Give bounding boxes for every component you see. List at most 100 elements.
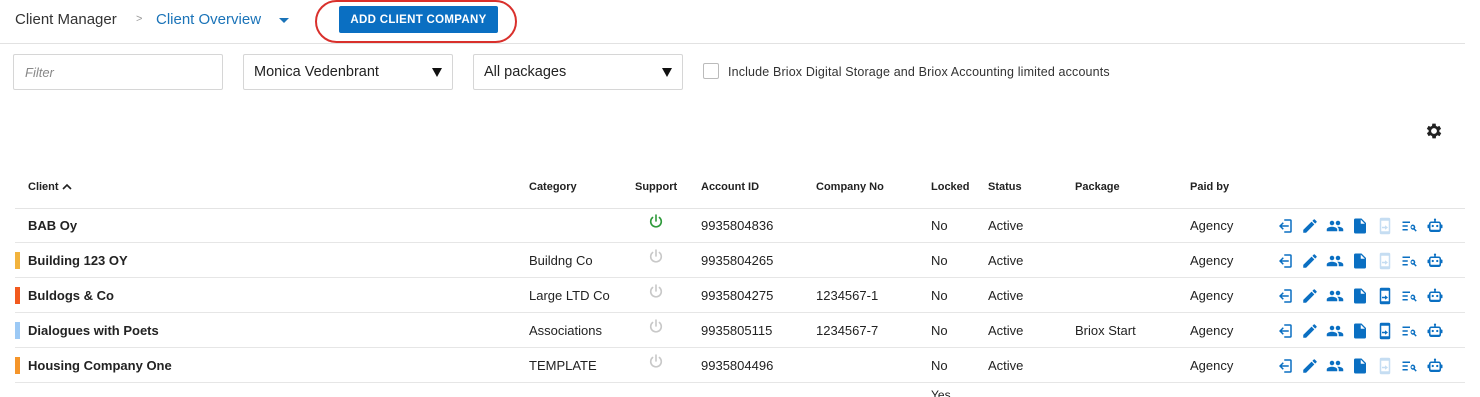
power-icon[interactable] <box>648 318 664 334</box>
breadcrumb-root[interactable]: Client Manager <box>15 11 117 28</box>
search-list-icon[interactable] <box>1400 217 1420 235</box>
client-name[interactable]: Buldogs & Co <box>28 288 114 303</box>
client-name[interactable]: BAB Oy <box>28 218 77 233</box>
search-list-icon[interactable] <box>1400 252 1420 270</box>
paid-by-cell: Agency <box>1190 358 1234 373</box>
column-header-locked[interactable]: Locked <box>931 181 970 193</box>
column-header-support[interactable]: Support <box>635 181 677 193</box>
partial-row-locked: Yes <box>931 388 951 397</box>
power-icon[interactable] <box>648 213 664 229</box>
locked-cell: No <box>931 253 948 268</box>
robot-icon[interactable] <box>1425 287 1445 305</box>
category-color-marker <box>15 322 20 339</box>
users-icon[interactable] <box>1325 252 1345 270</box>
row-actions <box>1275 287 1445 305</box>
paid-by-cell: Agency <box>1190 253 1234 268</box>
table-row[interactable]: BAB Oy 9935804836 No Active Agency <box>15 208 1465 243</box>
gear-icon[interactable] <box>1424 121 1444 141</box>
locked-cell: No <box>931 323 948 338</box>
breadcrumb-current[interactable]: Client Overview <box>156 11 261 28</box>
document-icon[interactable] <box>1350 217 1370 235</box>
column-header-package[interactable]: Package <box>1075 181 1120 193</box>
category-cell: Buildng Co <box>529 253 593 268</box>
include-limited-label[interactable]: Include Briox Digital Storage and Briox … <box>728 65 1110 79</box>
account-id-cell: 9935804275 <box>701 288 774 303</box>
power-icon[interactable] <box>648 353 664 369</box>
add-client-company-button[interactable]: ADD CLIENT COMPANY <box>339 6 498 33</box>
status-cell: Active <box>988 288 1024 303</box>
table-row[interactable]: Buldogs & Co Large LTD Co 9935804275 123456… <box>15 278 1465 313</box>
search-list-icon[interactable] <box>1400 357 1420 375</box>
users-icon[interactable] <box>1325 217 1345 235</box>
table-row[interactable]: Dialogues with Poets Associations 99358051… <box>15 313 1465 348</box>
login-icon[interactable] <box>1275 322 1295 340</box>
login-icon[interactable] <box>1275 287 1295 305</box>
paid-by-cell: Agency <box>1190 323 1234 338</box>
package-select[interactable]: All packages <box>473 54 683 90</box>
client-name[interactable]: Building 123 OY <box>28 253 128 268</box>
device-transfer-icon[interactable] <box>1375 287 1395 305</box>
login-icon[interactable] <box>1275 217 1295 235</box>
column-header-client-label: Client <box>28 181 59 193</box>
row-actions <box>1275 217 1445 235</box>
power-icon[interactable] <box>648 283 664 299</box>
edit-pencil-icon[interactable] <box>1300 287 1320 305</box>
package-select-value: All packages <box>484 64 567 80</box>
search-list-icon[interactable] <box>1400 322 1420 340</box>
account-id-cell: 9935804496 <box>701 358 774 373</box>
category-cell: Associations <box>529 323 602 338</box>
document-icon[interactable] <box>1350 322 1370 340</box>
category-cell: TEMPLATE <box>529 358 597 373</box>
document-icon[interactable] <box>1350 287 1370 305</box>
column-header-account-id[interactable]: Account ID <box>701 181 759 193</box>
device-transfer-icon[interactable] <box>1375 217 1395 235</box>
client-name[interactable]: Dialogues with Poets <box>28 323 159 338</box>
robot-icon[interactable] <box>1425 252 1445 270</box>
login-icon[interactable] <box>1275 357 1295 375</box>
robot-icon[interactable] <box>1425 322 1445 340</box>
account-id-cell: 9935804836 <box>701 218 774 233</box>
device-transfer-icon[interactable] <box>1375 252 1395 270</box>
power-icon[interactable] <box>648 248 664 264</box>
client-name[interactable]: Housing Company One <box>28 358 172 373</box>
document-icon[interactable] <box>1350 252 1370 270</box>
table-row[interactable]: Housing Company One TEMPLATE 9935804496 No A… <box>15 348 1465 383</box>
edit-pencil-icon[interactable] <box>1300 357 1320 375</box>
users-icon[interactable] <box>1325 357 1345 375</box>
column-header-company-no[interactable]: Company No <box>816 181 884 193</box>
include-limited-checkbox[interactable] <box>703 63 719 79</box>
robot-icon[interactable] <box>1425 357 1445 375</box>
locked-cell: No <box>931 358 948 373</box>
row-actions <box>1275 252 1445 270</box>
device-transfer-icon[interactable] <box>1375 322 1395 340</box>
row-actions <box>1275 357 1445 375</box>
document-icon[interactable] <box>1350 357 1370 375</box>
login-icon[interactable] <box>1275 252 1295 270</box>
device-transfer-icon[interactable] <box>1375 357 1395 375</box>
status-cell: Active <box>988 323 1024 338</box>
chevron-down-icon[interactable] <box>279 18 289 23</box>
user-select[interactable]: Monica Vedenbrant <box>243 54 453 90</box>
locked-cell: No <box>931 288 948 303</box>
users-icon[interactable] <box>1325 322 1345 340</box>
edit-pencil-icon[interactable] <box>1300 217 1320 235</box>
filter-input[interactable] <box>13 54 223 90</box>
row-actions <box>1275 322 1445 340</box>
edit-pencil-icon[interactable] <box>1300 322 1320 340</box>
table-row[interactable]: Building 123 OY Buildng Co 9935804265 No Act… <box>15 243 1465 278</box>
locked-cell: No <box>931 218 948 233</box>
column-header-client[interactable]: Client <box>28 181 72 193</box>
edit-pencil-icon[interactable] <box>1300 252 1320 270</box>
column-header-paid-by[interactable]: Paid by <box>1190 181 1229 193</box>
paid-by-cell: Agency <box>1190 288 1234 303</box>
search-list-icon[interactable] <box>1400 287 1420 305</box>
breadcrumb-separator: > <box>136 13 143 25</box>
package-cell: Briox Start <box>1075 323 1136 338</box>
users-icon[interactable] <box>1325 287 1345 305</box>
sort-ascending-icon <box>61 183 72 190</box>
column-header-status[interactable]: Status <box>988 181 1022 193</box>
column-header-category[interactable]: Category <box>529 181 577 193</box>
status-cell: Active <box>988 358 1024 373</box>
robot-icon[interactable] <box>1425 217 1445 235</box>
category-color-marker <box>15 287 20 304</box>
